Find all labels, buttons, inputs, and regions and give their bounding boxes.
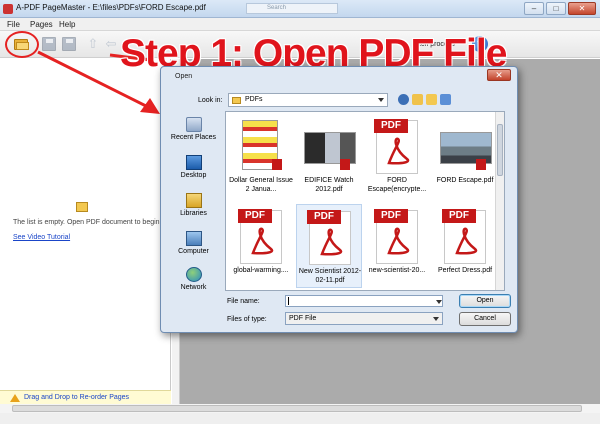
menu-help[interactable]: Help [59,20,75,29]
dialog-title: Open [175,73,193,80]
network-icon [185,267,202,282]
look-in-value: PDFs [245,96,263,103]
folder-icon [76,202,88,212]
pdf-file-icon: PDF [238,209,282,264]
file-item[interactable]: Dollar General Issue 2 Janua... [228,114,294,198]
place-label: Desktop [180,172,207,179]
file-name: FORD Escape.pdf [436,177,494,184]
status-text: Drag and Drop to Re-order Pages [24,394,130,401]
file-item[interactable]: PDF new-scientist-20... [364,204,430,288]
menu-file[interactable]: File [7,20,20,29]
app-titlebar: A-PDF PageMaster - E:\files\PDFs\FORD Es… [0,0,600,18]
empty-list-text: The list is empty. Open PDF document to … [13,219,160,226]
status-bar: Drag and Drop to Re-order Pages [0,390,171,404]
chevron-down-icon [433,317,439,321]
move-up-icon[interactable]: ⇧ [86,37,100,51]
file-item[interactable]: PDF FORD Escape(encrypte... [364,114,430,198]
place-desktop[interactable]: Desktop [165,155,222,179]
look-in-select[interactable]: PDFs [228,93,388,107]
menubar: File Pages Help [0,18,600,31]
pdf-badge-icon [340,159,350,170]
file-name-label: File name: [227,298,260,305]
move-left-icon[interactable]: ⇦ [104,37,118,51]
file-name: Dollar General Issue 2 Janua... [229,177,293,193]
file-item-selected[interactable]: PDF New Scientist 2012-02-11.pdf [296,204,362,288]
back-icon[interactable] [398,94,409,105]
file-name: new-scientist-20... [368,267,426,274]
warning-icon [10,394,20,402]
chevron-down-icon[interactable] [436,300,442,304]
file-item[interactable]: FORD Escape.pdf [432,114,498,198]
close-button[interactable]: ✕ [568,2,596,15]
pdf-file-icon: PDF [307,210,351,265]
app-logo-icon [3,4,13,14]
horizontal-scrollbar[interactable] [0,404,600,413]
video-tutorial-link[interactable]: See Video Tutorial [13,234,70,241]
computer-icon [185,231,202,246]
pdf-file-icon: PDF [442,209,486,264]
desktop-icon [185,155,202,170]
text-caret [288,297,289,305]
file-item[interactable]: PDF Perfect Dress.pdf [432,204,498,288]
file-item[interactable]: EDIFICE Watch 2012.pdf [296,114,362,198]
place-label: Network [180,284,207,291]
file-name: global-warming.... [233,267,289,274]
dialog-close-button[interactable]: ✕ [487,69,511,81]
place-network[interactable]: Network [165,267,222,291]
open-dialog: Open ✕ Look in: PDFs Recent Places Deskt… [160,66,518,333]
file-list: Dollar General Issue 2 Janua... EDIFICE … [225,111,505,291]
look-in-label: Look in: [198,97,223,104]
file-name: EDIFICE Watch 2012.pdf [304,177,354,193]
highlight-circle [5,31,39,58]
file-item[interactable]: PDF global-warming.... [228,204,294,288]
view-menu-icon[interactable] [440,94,451,105]
cancel-button[interactable]: Cancel [459,312,511,326]
chevron-down-icon [378,98,384,102]
maximize-button[interactable]: □ [546,2,566,15]
place-recent-places[interactable]: Recent Places [165,117,222,141]
place-label: Recent Places [170,134,217,141]
recent-places-icon [185,117,202,132]
place-label: Libraries [180,210,207,217]
place-computer[interactable]: Computer [165,231,222,255]
menu-pages[interactable]: Pages [30,20,53,29]
file-name: FORD Escape(encrypte... [367,177,427,193]
save-as-icon[interactable] [62,37,76,51]
place-libraries[interactable]: Libraries [165,193,222,217]
file-name: Perfect Dress.pdf [437,267,493,274]
file-type-select[interactable]: PDF File [285,312,443,325]
new-folder-icon[interactable] [426,94,437,105]
up-folder-icon[interactable] [412,94,423,105]
libraries-icon [185,193,202,208]
file-name-input[interactable] [285,295,443,307]
open-button[interactable]: Open [459,294,511,308]
ghost-search-field: Search [246,3,338,14]
app-title: A-PDF PageMaster - E:\files\PDFs\FORD Es… [16,3,206,12]
file-type-value: PDF File [289,315,317,322]
pdf-file-icon: PDF [374,209,418,264]
save-icon[interactable] [42,37,56,51]
pdf-badge-icon [476,159,486,170]
pdf-badge-icon [272,159,282,170]
pdf-file-icon: PDF [374,119,418,174]
place-label: Computer [178,248,209,255]
minimize-button[interactable]: – [524,2,544,15]
folder-icon [232,97,241,104]
file-list-scrollbar[interactable] [495,112,504,290]
places-bar: Recent Places Desktop Libraries Computer… [165,111,222,291]
file-name: New Scientist 2012-02-11.pdf [298,268,362,284]
page-list-panel: The list is empty. Open PDF document to … [0,59,171,404]
file-type-label: Files of type: [227,316,267,323]
